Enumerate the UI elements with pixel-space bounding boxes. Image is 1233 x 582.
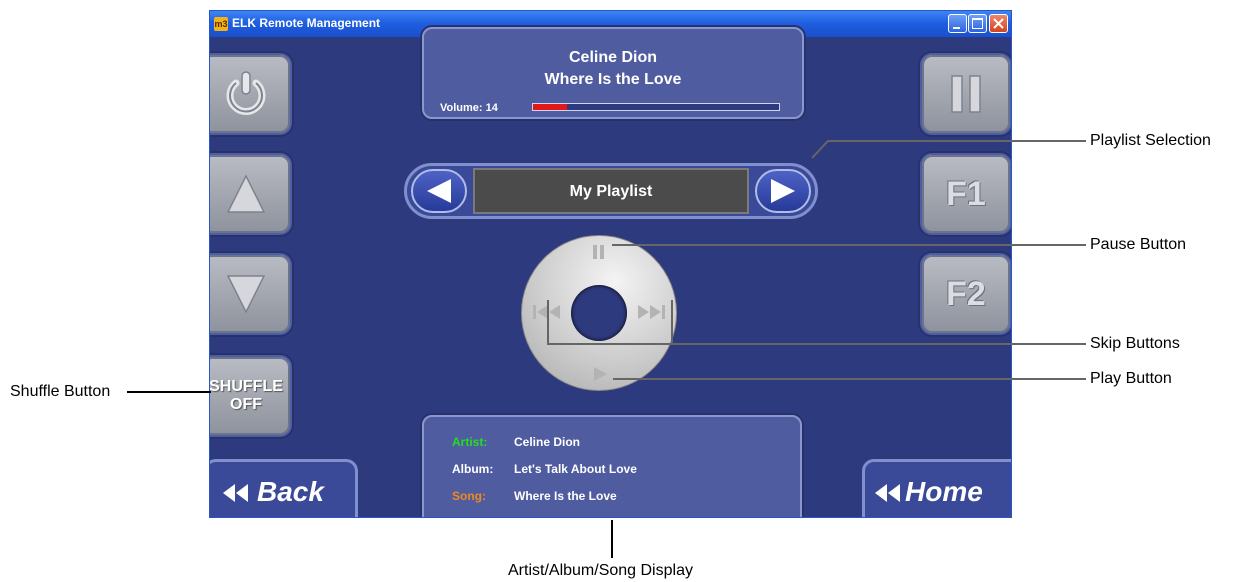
app-window: m3 ELK Remote Management SHUFFLE OFF F1 … bbox=[209, 10, 1012, 518]
shuffle-label: SHUFFLE bbox=[209, 378, 283, 395]
f2-button[interactable]: F2 bbox=[920, 253, 1011, 335]
volume-level bbox=[533, 104, 568, 110]
shuffle-state: OFF bbox=[230, 396, 262, 413]
up-button[interactable] bbox=[210, 153, 292, 235]
callout-playlist-selection: Playlist Selection bbox=[1090, 132, 1211, 149]
maximize-button[interactable] bbox=[968, 14, 987, 33]
callout-play-button: Play Button bbox=[1090, 370, 1172, 387]
window-title: ELK Remote Management bbox=[232, 16, 381, 30]
rewind-icon bbox=[223, 484, 248, 502]
back-label: Back bbox=[257, 476, 324, 507]
minimize-button[interactable] bbox=[948, 14, 967, 33]
callout-shuffle-button: Shuffle Button bbox=[10, 383, 111, 400]
power-button[interactable] bbox=[210, 53, 292, 135]
wheel-pause-icon[interactable] bbox=[592, 244, 606, 260]
info-album-key: Album: bbox=[452, 462, 494, 476]
wheel-play-icon[interactable] bbox=[592, 366, 608, 382]
close-icon bbox=[993, 18, 1004, 29]
left-arrow-icon bbox=[427, 179, 451, 203]
control-wheel bbox=[521, 235, 677, 391]
now-playing-song: Where Is the Love bbox=[544, 71, 682, 88]
close-button[interactable] bbox=[989, 14, 1008, 33]
power-icon bbox=[226, 71, 266, 115]
pause-side-button[interactable] bbox=[920, 53, 1011, 135]
volume-label: Volume: 14 bbox=[440, 102, 498, 114]
info-album-row: Album: Let's Talk About Love bbox=[452, 462, 637, 476]
track-info-display: Artist: Celine Dion Album: Let's Talk Abou… bbox=[422, 415, 802, 517]
info-album-value: Let's Talk About Love bbox=[514, 462, 637, 476]
pause-icon bbox=[951, 75, 981, 113]
info-artist-row: Artist: Celine Dion bbox=[452, 435, 580, 449]
callout-pause-button: Pause Button bbox=[1090, 236, 1187, 253]
home-label: Home bbox=[905, 476, 983, 507]
f2-label: F2 bbox=[946, 274, 986, 313]
now-playing-artist: Celine Dion bbox=[568, 49, 657, 66]
up-arrow-icon bbox=[226, 174, 266, 213]
wheel-previous-icon[interactable] bbox=[532, 304, 562, 320]
back-button[interactable]: Back bbox=[210, 459, 358, 517]
info-song-row: Song: Where Is the Love bbox=[452, 489, 617, 503]
rewind-icon bbox=[875, 484, 900, 502]
f1-button[interactable]: F1 bbox=[920, 153, 1011, 235]
playlist-name: My Playlist bbox=[569, 183, 653, 200]
playlist-prev-button[interactable] bbox=[411, 169, 467, 213]
wheel-next-icon[interactable] bbox=[636, 304, 666, 320]
info-song-key: Song: bbox=[452, 489, 486, 503]
playlist-selector: My Playlist bbox=[404, 163, 818, 219]
home-button[interactable]: Home bbox=[862, 459, 1011, 517]
volume-bar[interactable] bbox=[532, 103, 780, 111]
wheel-center[interactable] bbox=[571, 285, 627, 341]
right-arrow-icon bbox=[771, 179, 795, 203]
down-arrow-icon bbox=[226, 275, 266, 314]
app-icon: m3 bbox=[214, 17, 228, 31]
callout-skip-buttons: Skip Buttons bbox=[1090, 335, 1180, 352]
playlist-next-button[interactable] bbox=[755, 169, 811, 213]
info-artist-value: Celine Dion bbox=[514, 435, 581, 449]
shuffle-button[interactable]: SHUFFLE OFF bbox=[209, 355, 292, 437]
info-song-value: Where Is the Love bbox=[514, 489, 617, 503]
callout-display: Artist/Album/Song Display bbox=[508, 562, 693, 579]
now-playing-display: Celine Dion Where Is the Love Volume: 14 bbox=[422, 27, 804, 119]
info-artist-key: Artist: bbox=[452, 435, 488, 449]
playlist-name-box: My Playlist bbox=[473, 168, 749, 214]
down-button[interactable] bbox=[210, 253, 292, 335]
f1-label: F1 bbox=[946, 174, 986, 213]
main-content: SHUFFLE OFF F1 F2 Back Home Celine Dion … bbox=[209, 27, 1011, 517]
